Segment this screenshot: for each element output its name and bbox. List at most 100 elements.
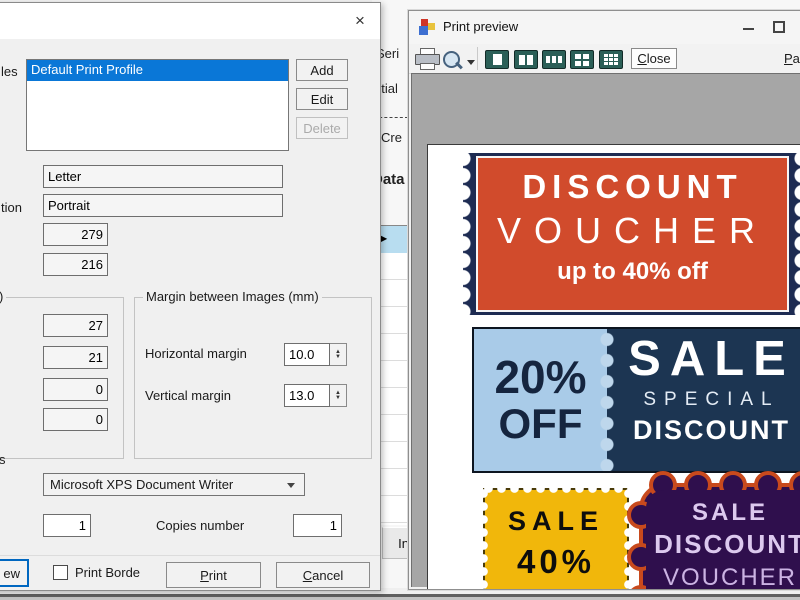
preview-page: DISCOUNT VOUCHER up to 40% off 20% OFF S… <box>427 144 800 589</box>
print-settings-dialog: × les Default Print Profile Add Edit Del… <box>0 2 381 591</box>
copies-field[interactable] <box>293 514 342 537</box>
preview-toolbar: Close Pa <box>409 44 800 74</box>
add-button[interactable]: Add <box>296 59 348 81</box>
margin-field-2[interactable] <box>43 346 108 369</box>
horizontal-margin-field[interactable] <box>284 343 330 366</box>
margin-field-1[interactable] <box>43 314 108 337</box>
maximize-icon[interactable] <box>773 21 785 33</box>
blob-text: SALE DISCOUNT VOUCHER up to 30 % off <box>643 487 800 589</box>
dialog-title-bar <box>0 3 380 39</box>
profiles-label: les <box>1 64 18 79</box>
printer-select[interactable]: Microsoft XPS Document Writer <box>43 473 305 496</box>
voucher-middle-off: OFF <box>498 400 583 447</box>
background-insert-button[interactable]: In <box>382 527 410 559</box>
three-pages-icon[interactable] <box>542 50 566 69</box>
print-profiles-listbox[interactable]: Default Print Profile <box>26 59 289 151</box>
minimize-icon[interactable] <box>743 28 754 30</box>
paper-height-field[interactable] <box>43 223 108 246</box>
printer-paper-out <box>420 63 435 70</box>
horizontal-margin-label: Horizontal margin <box>145 346 247 361</box>
add-button-label: Add <box>310 62 334 78</box>
voucher-stamp-yellow: SALE 40% OFF <box>478 483 634 589</box>
cancel-button-accel: C <box>302 567 313 583</box>
margins-group-label: ) <box>0 289 7 304</box>
spin-down-icon[interactable]: ▼ <box>335 395 341 401</box>
blob-line1: SALE <box>691 499 768 526</box>
edit-button-label: Edit <box>310 91 334 107</box>
edit-button[interactable]: Edit <box>296 88 348 110</box>
preview-button-label: ew <box>3 565 20 581</box>
margin-field-3[interactable] <box>43 378 108 401</box>
pages-field[interactable] <box>43 514 91 537</box>
one-page-glyph <box>492 54 502 65</box>
one-page-icon[interactable] <box>485 50 509 69</box>
paper-size-field[interactable] <box>43 165 283 188</box>
cancel-button[interactable]: Cancel <box>276 562 370 588</box>
print-icon[interactable] <box>409 44 440 73</box>
ticket-edge-left <box>455 150 471 318</box>
stamp-line2: 40% <box>516 543 596 580</box>
preview-client-area: DISCOUNT VOUCHER up to 40% off 20% OFF S… <box>411 73 800 589</box>
four-pages-icon[interactable] <box>570 50 594 69</box>
voucher-top-line2: VOUCHER <box>496 210 769 251</box>
many-pages-grid <box>604 54 618 65</box>
app-icon-yellow-square <box>428 23 435 30</box>
delete-button-label: Delete <box>303 120 341 136</box>
vertical-margin-spin-arrows[interactable]: ▲ ▼ <box>330 384 347 407</box>
spin-down-icon[interactable]: ▼ <box>335 354 341 360</box>
page-glyph <box>519 54 525 65</box>
print-border-label: Print Borde <box>75 565 141 580</box>
four-pages-grid <box>575 53 589 66</box>
margin-field-4[interactable] <box>43 408 108 431</box>
footer-divider <box>0 555 380 556</box>
screen: Seri ntial Cre Data ▶ In × les Default P… <box>0 0 800 600</box>
print-button[interactable]: Print <box>166 562 261 588</box>
page-label: Pa <box>784 51 800 66</box>
preview-title-bar: Print preview <box>409 11 800 44</box>
six-pages-icon[interactable] <box>599 50 623 69</box>
voucher-sale-middle: 20% OFF SALE SPECIAL DISCOUNT <box>472 327 800 473</box>
close-button-accel: C <box>637 51 647 66</box>
vertical-margin-field[interactable] <box>284 384 330 407</box>
paper-width-field[interactable] <box>43 253 108 276</box>
page-glyph <box>558 56 562 63</box>
two-pages-icon[interactable] <box>514 50 538 69</box>
voucher-middle-left-panel: 20% OFF <box>474 329 607 471</box>
voucher-top-line3: up to 40% off <box>557 258 708 285</box>
horizontal-margin-spinner[interactable]: ▲ ▼ <box>284 343 347 366</box>
preview-button[interactable]: ew <box>0 559 29 587</box>
print-border-checkbox[interactable] <box>53 565 68 580</box>
print-button-accel: P <box>200 567 209 583</box>
close-button-label: lose <box>646 51 671 66</box>
voucher-discount-top: DISCOUNT VOUCHER up to 40% off <box>455 150 800 318</box>
print-button-label: rint <box>208 567 227 583</box>
horizontal-margin-spin-arrows[interactable]: ▲ ▼ <box>330 343 347 366</box>
background-tab-create[interactable]: Cre <box>381 130 402 145</box>
stamp-perforation-left <box>478 487 489 589</box>
page-glyph <box>527 54 533 65</box>
printers-label: s <box>0 452 6 467</box>
voucher-middle-sale: SALE <box>628 332 795 386</box>
close-icon[interactable]: × <box>348 9 372 33</box>
voucher-middle-special: SPECIAL <box>643 389 780 410</box>
voucher-top-inner: DISCOUNT VOUCHER up to 40% off <box>476 156 789 312</box>
stamp-line1: SALE <box>507 506 604 536</box>
profile-list-item[interactable]: Default Print Profile <box>27 60 288 81</box>
delete-button[interactable]: Delete <box>296 117 348 139</box>
cancel-button-label: ancel <box>312 567 344 583</box>
blob-line2: DISCOUNT <box>654 529 800 559</box>
vertical-margin-spinner[interactable]: ▲ ▼ <box>284 384 347 407</box>
orientation-field[interactable] <box>43 194 283 217</box>
page-label-accel: P <box>784 51 793 66</box>
page-glyph <box>546 56 550 63</box>
copies-number-label: Copies number <box>156 518 245 533</box>
zoom-dropdown-icon[interactable] <box>467 60 475 65</box>
page-glyph <box>552 56 556 63</box>
voucher-middle-percent: 20% <box>494 351 587 403</box>
stamp-perforation-top <box>482 483 630 494</box>
close-button[interactable]: Close <box>631 48 677 69</box>
chevron-down-icon <box>287 483 295 488</box>
voucher-middle-right-panel: SALE SPECIAL DISCOUNT <box>607 329 800 471</box>
margin-between-images-group: Margin between Images (mm) <box>134 289 372 459</box>
printer-select-value: Microsoft XPS Document Writer <box>50 477 234 492</box>
